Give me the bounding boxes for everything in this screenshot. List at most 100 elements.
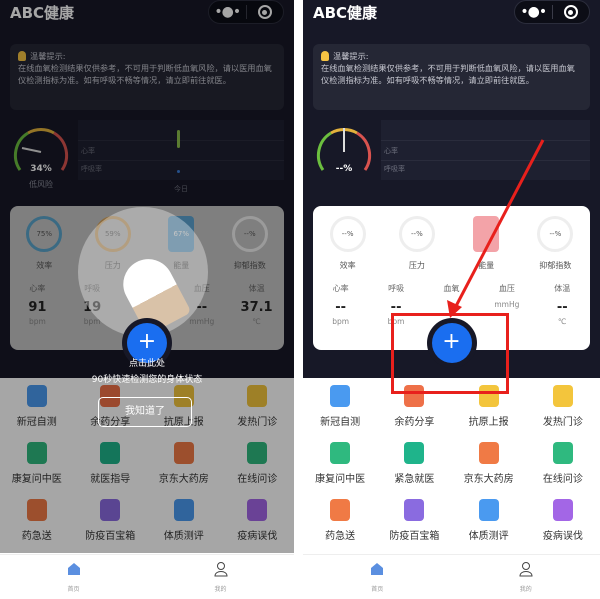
service-label: 新冠自测: [320, 417, 361, 428]
service-label: 抗原上报: [468, 417, 509, 428]
service-icon: [247, 442, 268, 464]
service-label: 京东大药房: [463, 474, 514, 485]
service-label: 余药分享: [394, 417, 435, 428]
risk-gauge: --%: [313, 120, 375, 182]
service-icon: [552, 499, 573, 521]
home-icon: [371, 563, 384, 575]
service-icon: [552, 385, 573, 407]
gauge-needle: [21, 147, 42, 153]
service-label: 在线问诊: [542, 474, 583, 485]
service-item[interactable]: 药急送: [0, 499, 74, 542]
bottom-nav: 首页 我的: [303, 554, 600, 599]
service-label: 紧急就医: [394, 474, 435, 485]
top-bar: ABC健康 •●•: [0, 0, 294, 30]
service-label: 防疫百宝箱: [85, 531, 136, 542]
chart-today-label: 今日: [174, 185, 188, 193]
service-label: 疫病误伐: [542, 531, 583, 542]
metric-depression: --% 抑郁指数: [527, 216, 583, 271]
vital-temperature: 体温 37.1 ℃: [240, 284, 273, 326]
nav-mine[interactable]: 我的: [213, 561, 229, 593]
metric-efficiency: --% 效率: [320, 216, 376, 271]
service-icon: [100, 442, 121, 464]
guide-text: 90秒快速检测您的身体状态: [91, 375, 203, 385]
service-label: 药急送: [325, 531, 356, 542]
service-item[interactable]: 防疫百宝箱: [74, 499, 148, 542]
nav-home[interactable]: 首页: [66, 561, 82, 593]
panel-divider: [294, 0, 303, 599]
chart-point: [177, 170, 180, 173]
service-item[interactable]: 疫病误伐: [221, 499, 295, 542]
service-label: 康复问中医: [315, 474, 366, 485]
service-icon: [552, 442, 573, 464]
nav-home[interactable]: 首页: [369, 561, 385, 593]
service-item[interactable]: 康复问中医: [303, 442, 377, 485]
target-icon[interactable]: [247, 5, 284, 19]
service-label: 药急送: [21, 531, 52, 542]
service-label: 京东大药房: [158, 474, 209, 485]
metric-depression: --% 抑郁指数: [222, 216, 278, 271]
chart-bar: [177, 130, 180, 148]
service-icon: [26, 385, 47, 407]
service-item[interactable]: 在线问诊: [221, 442, 295, 485]
service-icon: [173, 499, 194, 521]
service-label: 新冠自测: [16, 417, 57, 428]
service-item[interactable]: 紧急就医: [377, 442, 451, 485]
tip-text: 在线血氧检测结果仅供参考，不可用于判断低血氧风险，请以医用血氧仪检测指标为准。如…: [18, 63, 272, 85]
service-item[interactable]: 康复问中医: [0, 442, 74, 485]
service-item[interactable]: 新冠自测: [303, 385, 377, 428]
service-icon: [478, 442, 499, 464]
service-icon: [247, 385, 268, 407]
more-dots-icon[interactable]: •●•: [209, 2, 246, 22]
trend-chart: 心率 呼吸率: [381, 120, 590, 180]
metric-energy: 能量: [458, 216, 514, 271]
chart-label-heart: 心率: [81, 147, 95, 155]
service-label: 在线问诊: [237, 474, 278, 485]
gauge-label: 低风险: [29, 180, 53, 189]
trend-chart: 心率 呼吸率 今日: [78, 120, 284, 193]
service-item[interactable]: 发热门诊: [221, 385, 295, 428]
service-icon: [26, 499, 47, 521]
tip-title: 温馨提示:: [30, 51, 66, 61]
tip-box: 温馨提示: 在线血氧检测结果仅供参考，不可用于判断低血氧风险，请以医用血氧仪检测…: [313, 44, 590, 110]
service-item[interactable]: 京东大药房: [452, 442, 526, 485]
service-item[interactable]: 就医指导: [74, 442, 148, 485]
more-dots-icon[interactable]: •●•: [515, 2, 552, 22]
right-screenshot: ABC健康 •●• 温馨提示: 在线血氧检测结果仅供参考，不可用于判断低血氧风险…: [303, 0, 600, 599]
service-label: 发热门诊: [237, 417, 278, 428]
gauge-value: --%: [335, 164, 353, 174]
nav-mine[interactable]: 我的: [518, 561, 534, 593]
chart-label-resp: 呼吸率: [81, 165, 102, 173]
metric-efficiency: 75% 效率: [16, 216, 72, 271]
service-item[interactable]: 在线问诊: [526, 442, 600, 485]
service-item[interactable]: 药急送: [303, 499, 377, 542]
service-label: 体质测评: [163, 531, 204, 542]
service-icon: [330, 499, 351, 521]
service-item[interactable]: 体质测评: [452, 499, 526, 542]
service-icon: [330, 385, 351, 407]
battery-icon: [473, 216, 500, 252]
service-item[interactable]: 京东大药房: [147, 442, 221, 485]
home-icon: [67, 563, 80, 575]
user-icon: [213, 562, 228, 577]
annotation-highlight-box: [391, 313, 509, 394]
service-item[interactable]: 疫病误伐: [526, 499, 600, 542]
target-icon[interactable]: [553, 5, 590, 19]
got-it-button[interactable]: 我知道了: [98, 397, 192, 427]
lightbulb-icon: [18, 51, 26, 61]
tip-box: 温馨提示: 在线血氧检测结果仅供参考，不可用于判断低血氧风险，请以医用血氧仪检测…: [10, 44, 284, 110]
service-item[interactable]: 发热门诊: [526, 385, 600, 428]
service-label: 防疫百宝箱: [389, 531, 440, 542]
risk-gauge: 34% 低风险: [10, 120, 72, 189]
service-icon: [330, 442, 351, 464]
lightbulb-icon: [321, 51, 329, 61]
service-item[interactable]: 体质测评: [147, 499, 221, 542]
service-label: 发热门诊: [542, 417, 583, 428]
service-icon: [247, 499, 268, 521]
service-icon: [404, 499, 425, 521]
user-icon: [519, 562, 533, 577]
service-item[interactable]: 防疫百宝箱: [377, 499, 451, 542]
app-title: ABC健康: [313, 4, 378, 22]
service-icon: [404, 442, 425, 464]
service-label: 就医指导: [90, 474, 131, 485]
service-item[interactable]: 新冠自测: [0, 385, 74, 428]
